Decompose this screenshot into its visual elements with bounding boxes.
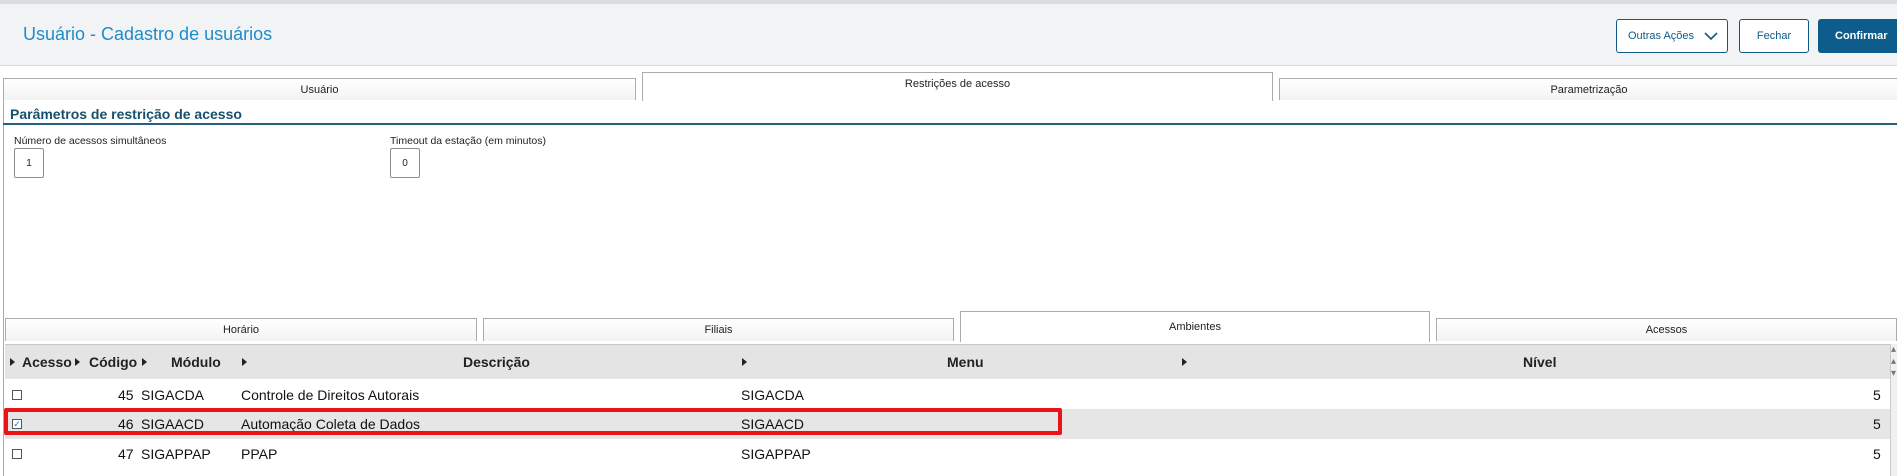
section-title: Parâmetros de restrição de acesso (10, 106, 242, 122)
cell-menu: SIGAPPAP (741, 446, 811, 462)
confirm-button[interactable]: Confirmar (1818, 19, 1897, 53)
simultaneous-access-input[interactable]: 1 (14, 148, 44, 178)
scroll-up-icon[interactable]: ▴ (1891, 356, 1896, 367)
page-title: Usuário - Cadastro de usuários (23, 24, 273, 44)
cell-descricao: Controle de Direitos Autorais (241, 387, 420, 403)
tab-filiais[interactable]: Filiais (483, 318, 954, 341)
sort-arrow-icon[interactable] (742, 358, 747, 366)
cell-descricao: PPAP (241, 446, 278, 462)
cell-nivel: 5 (1873, 446, 1881, 462)
tab-restricoes-de-acesso[interactable]: Restrições de acesso (642, 72, 1273, 101)
col-codigo[interactable]: Código (89, 354, 137, 370)
col-modulo[interactable]: Módulo (171, 354, 221, 370)
checkbox-icon[interactable] (12, 449, 22, 459)
sort-arrow-icon[interactable] (75, 358, 80, 366)
sort-arrow-icon[interactable] (242, 358, 247, 366)
timeout-input[interactable]: 0 (390, 148, 420, 178)
tab-horario[interactable]: Horário (5, 318, 477, 341)
close-button[interactable]: Fechar (1739, 19, 1809, 53)
section-divider (3, 123, 1897, 125)
page-header: Usuário - Cadastro de usuários Outras Aç… (0, 4, 1897, 66)
tab-usuario[interactable]: Usuário (3, 78, 636, 100)
selection-highlight (4, 408, 1062, 435)
checkbox-icon[interactable] (12, 390, 22, 400)
col-acesso[interactable]: Acesso (22, 354, 72, 370)
cell-modulo: SIGACDA (141, 387, 205, 403)
col-descricao[interactable]: Descrição (463, 354, 530, 370)
cell-menu: SIGACDA (741, 387, 805, 403)
col-menu[interactable]: Menu (947, 354, 984, 370)
table-row[interactable]: 45 SIGACDA Controle de Direitos Autorais… (5, 380, 1890, 410)
cell-modulo: SIGAPPAP (141, 446, 211, 462)
scroll-up-icon[interactable]: ▴ (1891, 344, 1896, 355)
cell-codigo: 47 (118, 446, 134, 462)
scroll-down-icon[interactable]: ▾ (1891, 368, 1896, 379)
sort-arrow-icon[interactable] (1182, 358, 1187, 366)
table-row[interactable]: 47 SIGAPPAP PPAP SIGAPPAP 5 (5, 439, 1890, 469)
grid-header: Acesso Código Módulo Descrição Menu Níve… (5, 344, 1890, 379)
sort-arrow-icon[interactable] (142, 358, 147, 366)
cell-nivel: 5 (1873, 387, 1881, 403)
cell-codigo: 45 (118, 387, 134, 403)
timeout-label: Timeout da estação (em minutos) (390, 135, 547, 147)
other-actions-label: Outras Ações (1628, 30, 1695, 42)
col-nivel[interactable]: Nível (1523, 354, 1556, 370)
tab-acessos[interactable]: Acessos (1436, 318, 1897, 341)
tab-parametrizacao[interactable]: Parametrização (1279, 78, 1897, 100)
tab-ambientes[interactable]: Ambientes (960, 311, 1430, 342)
simultaneous-access-label: Número de acessos simultâneos (14, 135, 167, 147)
chevron-down-icon (1704, 32, 1718, 41)
cell-nivel: 5 (1873, 416, 1881, 432)
sort-arrow-icon[interactable] (10, 358, 15, 366)
other-actions-button[interactable]: Outras Ações (1616, 19, 1728, 53)
